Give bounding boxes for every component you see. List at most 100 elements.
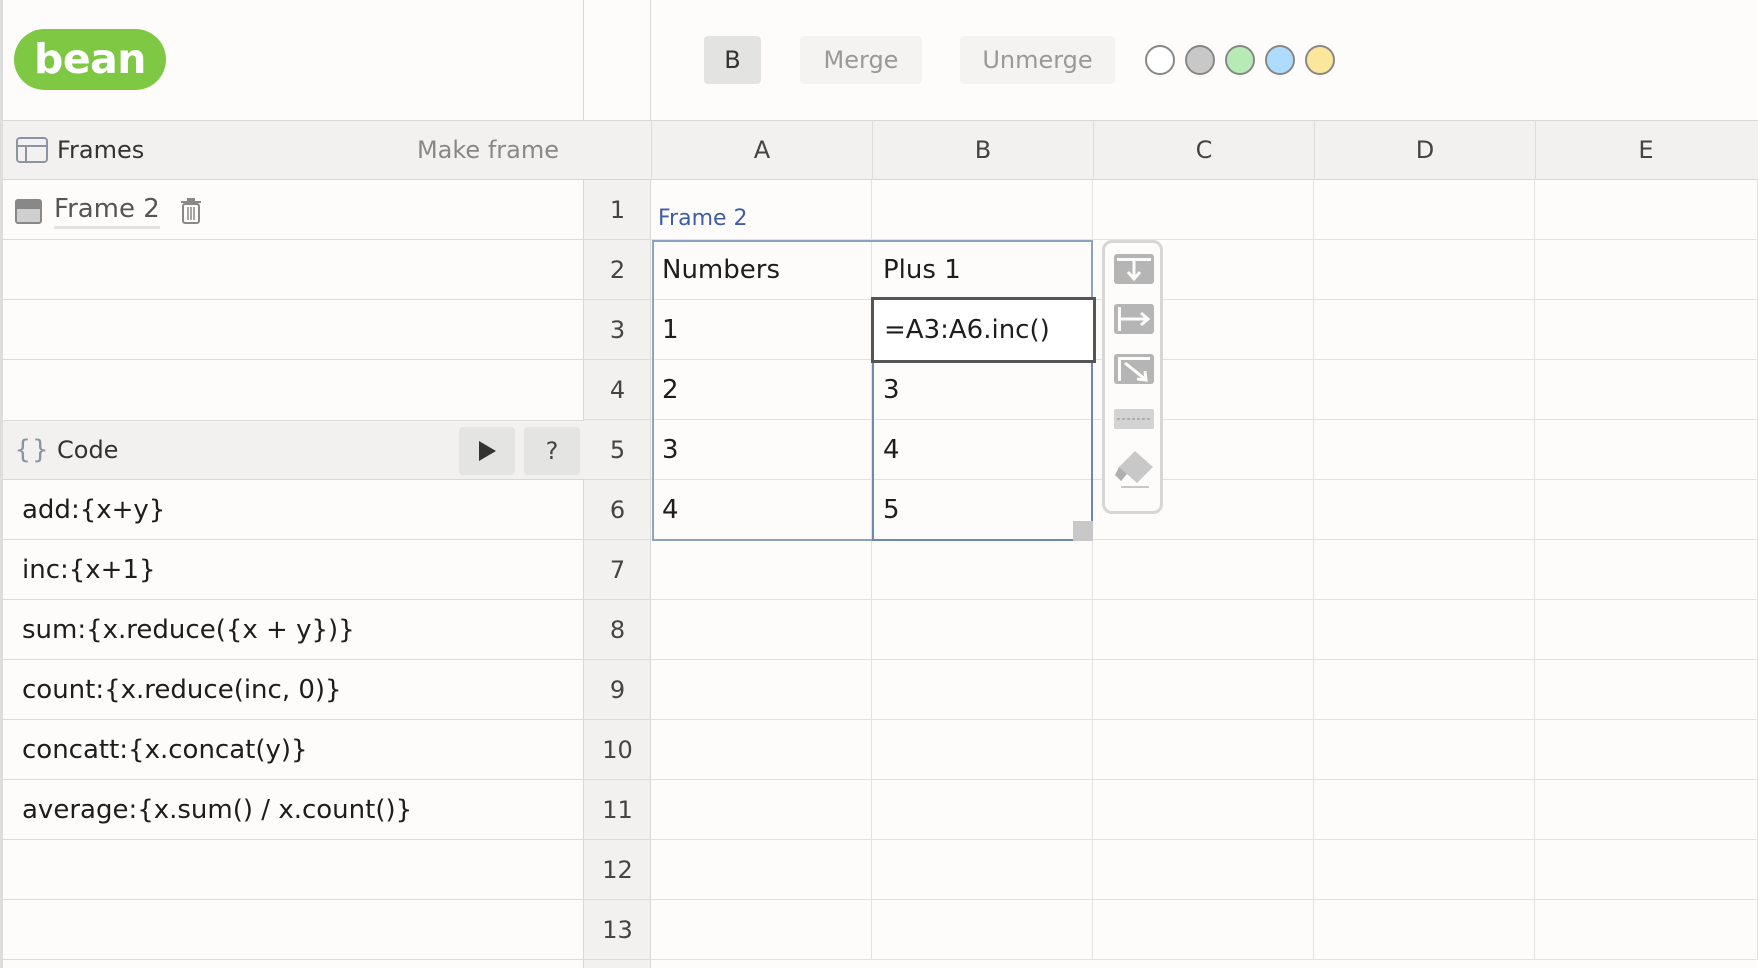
cell-D7[interactable] [1314,540,1535,600]
active-cell-B3[interactable]: =A3:A6.inc() [871,297,1096,363]
column-header-E[interactable]: E [1535,121,1756,180]
cell-D13[interactable] [1314,900,1535,960]
code-line[interactable]: average:{x.sum() / x.count()} [3,780,584,840]
make-frame-button[interactable]: Make frame [417,121,559,180]
cell-B9[interactable] [872,660,1093,720]
row-header-12[interactable]: 12 [584,840,651,900]
column-header-A[interactable]: A [651,121,872,180]
cell-A2[interactable]: Numbers [651,240,872,300]
clear-format-icon[interactable] [1113,401,1155,437]
row-header-2[interactable]: 2 [584,240,651,300]
cell-B11[interactable] [872,780,1093,840]
row-header-4[interactable]: 4 [584,360,651,420]
fill-down-icon[interactable] [1113,251,1155,287]
cell-C9[interactable] [1093,660,1314,720]
cell-D3[interactable] [1314,300,1535,360]
eraser-icon[interactable] [1113,449,1155,488]
help-button[interactable]: ? [524,427,580,475]
cell-A7[interactable] [651,540,872,600]
code-line[interactable]: add:{x+y} [3,480,584,540]
swatch-blue[interactable] [1265,45,1295,75]
unmerge-button[interactable]: Unmerge [960,36,1115,84]
cell-B12[interactable] [872,840,1093,900]
row-header-6[interactable]: 6 [584,480,651,540]
row-header-13[interactable]: 13 [584,900,651,960]
bean-logo[interactable]: bean [14,29,166,90]
row-header-11[interactable]: 11 [584,780,651,840]
code-line-empty[interactable] [3,900,584,960]
cell-E5[interactable] [1535,420,1758,480]
cell-D2[interactable] [1314,240,1535,300]
cell-E12[interactable] [1535,840,1758,900]
row-header-8[interactable]: 8 [584,600,651,660]
cell-B7[interactable] [872,540,1093,600]
cell-A5[interactable]: 3 [651,420,872,480]
merge-button[interactable]: Merge [800,36,922,84]
swatch-white[interactable] [1145,45,1175,75]
cell-C13[interactable] [1093,900,1314,960]
cell-C1[interactable] [1093,180,1314,240]
fill-right-icon[interactable] [1113,301,1155,337]
row-header-1[interactable]: 1 [584,180,651,240]
cell-C12[interactable] [1093,840,1314,900]
cell-C11[interactable] [1093,780,1314,840]
cell-D1[interactable] [1314,180,1535,240]
cell-B13[interactable] [872,900,1093,960]
cell-D11[interactable] [1314,780,1535,840]
run-button[interactable] [459,427,515,475]
cell-D8[interactable] [1314,600,1535,660]
cell-E4[interactable] [1535,360,1758,420]
cell-E9[interactable] [1535,660,1758,720]
cell-D9[interactable] [1314,660,1535,720]
swatch-yellow[interactable] [1305,45,1335,75]
cell-E2[interactable] [1535,240,1758,300]
cell-B2[interactable]: Plus 1 [872,240,1093,300]
bold-button[interactable]: B [704,36,761,84]
swatch-green[interactable] [1225,45,1255,75]
cell-A3[interactable]: 1 [651,300,872,360]
code-line[interactable]: concatt:{x.concat(y)} [3,720,584,780]
cell-E7[interactable] [1535,540,1758,600]
row-header-5[interactable]: 5 [584,420,651,480]
row-header-7[interactable]: 7 [584,540,651,600]
cell-E13[interactable] [1535,900,1758,960]
column-header-D[interactable]: D [1314,121,1535,180]
row-header-10[interactable]: 10 [584,720,651,780]
row-header-3[interactable]: 3 [584,300,651,360]
cell-A13[interactable] [651,900,872,960]
cell-E8[interactable] [1535,600,1758,660]
fill-handle[interactable] [1073,521,1093,541]
cell-A9[interactable] [651,660,872,720]
cell-C10[interactable] [1093,720,1314,780]
cell-B6[interactable]: 5 [872,480,1093,540]
cell-E1[interactable] [1535,180,1758,240]
code-line-empty[interactable] [3,840,584,900]
cell-B5[interactable]: 4 [872,420,1093,480]
code-line[interactable]: count:{x.reduce(inc, 0)} [3,660,584,720]
cell-D4[interactable] [1314,360,1535,420]
cell-A12[interactable] [651,840,872,900]
cell-A6[interactable]: 4 [651,480,872,540]
cell-A8[interactable] [651,600,872,660]
code-line[interactable]: inc:{x+1} [3,540,584,600]
cell-D10[interactable] [1314,720,1535,780]
column-header-C[interactable]: C [1093,121,1314,180]
cell-A10[interactable] [651,720,872,780]
cell-A11[interactable] [651,780,872,840]
cell-D5[interactable] [1314,420,1535,480]
cell-A4[interactable]: 2 [651,360,872,420]
cell-E11[interactable] [1535,780,1758,840]
fill-diagonal-icon[interactable] [1113,351,1155,387]
frame-item-label[interactable]: Frame 2 [54,194,160,229]
frame-list-item[interactable]: Frame 2 [15,190,202,232]
code-line[interactable]: sum:{x.reduce({x + y})} [3,600,584,660]
cell-E10[interactable] [1535,720,1758,780]
cell-C8[interactable] [1093,600,1314,660]
cell-B4[interactable]: 3 [872,360,1093,420]
cell-B1[interactable] [872,180,1093,240]
cell-B10[interactable] [872,720,1093,780]
column-header-B[interactable]: B [872,121,1093,180]
cell-D6[interactable] [1314,480,1535,540]
cell-E3[interactable] [1535,300,1758,360]
row-header-9[interactable]: 9 [584,660,651,720]
